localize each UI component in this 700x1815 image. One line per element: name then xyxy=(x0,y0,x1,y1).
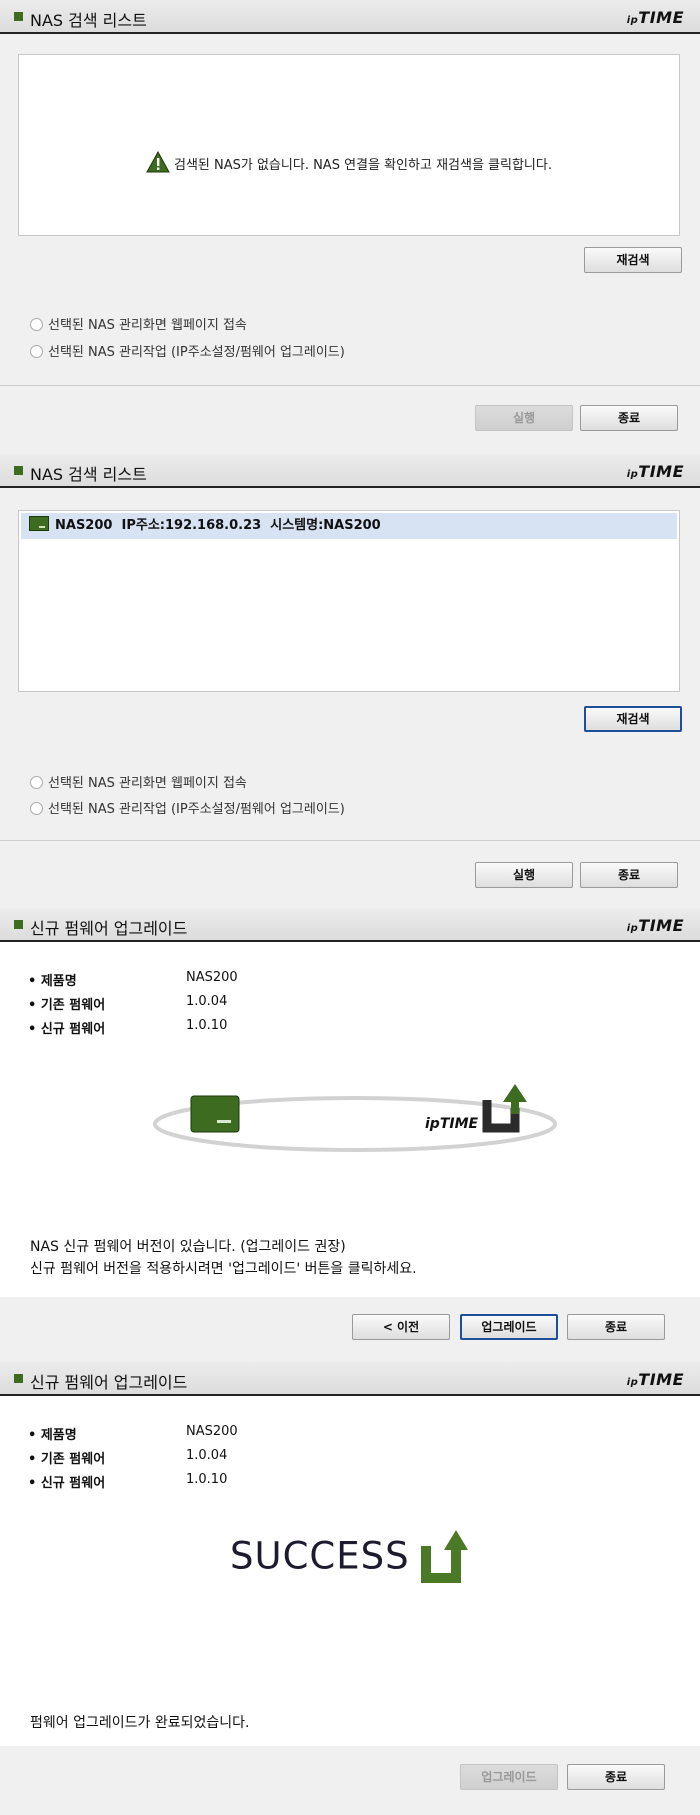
panel-title: 신규 펌웨어 업그레이드 xyxy=(30,1373,188,1392)
success-text: SUCCESS xyxy=(230,1534,410,1578)
option-web-access[interactable]: 선택된 NAS 관리화면 웹페이지 접속 xyxy=(30,314,247,333)
option-label: 선택된 NAS 관리작업 (IP주소설정/펌웨어 업그레이드) xyxy=(48,345,345,360)
empty-message: 검색된 NAS가 없습니다. NAS 연결을 확인하고 재검색을 클릭합니다. xyxy=(19,150,679,177)
divider xyxy=(0,385,700,386)
rescan-button[interactable]: 재검색 xyxy=(584,247,682,273)
nas-device-icon xyxy=(29,516,49,531)
panel-nas-search-empty: NAS 검색 리스트 ipTIME 검색된 NAS가 없습니다. NAS 연결을… xyxy=(0,0,700,452)
panel-header: NAS 검색 리스트 ipTIME xyxy=(0,0,700,34)
option-web-access[interactable]: 선택된 NAS 관리화면 웹페이지 접속 xyxy=(30,772,247,791)
content-area: • 제품명 NAS200 • 기존 펌웨어 1.0.04 • 신규 펌웨어 1.0.1… xyxy=(0,1396,700,1746)
upgrade-button[interactable]: 업그레이드 xyxy=(460,1764,558,1790)
radio-icon[interactable] xyxy=(30,802,43,815)
svg-text:ipTIME: ipTIME xyxy=(425,1116,479,1132)
panel-header: 신규 펌웨어 업그레이드 ipTIME xyxy=(0,908,700,942)
upgrade-message: NAS 신규 펌웨어 버전이 있습니다. (업그레이드 권장) 신규 펌웨어 버… xyxy=(30,1236,417,1280)
close-button[interactable]: 종료 xyxy=(580,405,678,431)
iptime-logo: ipTIME xyxy=(626,8,684,27)
panel-header: NAS 검색 리스트 ipTIME xyxy=(0,454,700,488)
nas-list-item[interactable]: NAS200 IP주소:192.168.0.23 시스템명:NAS200 xyxy=(21,513,677,539)
nas-device-icon xyxy=(190,1095,240,1133)
prev-button[interactable]: < 이전 xyxy=(352,1314,450,1340)
panel-nas-search-found: NAS 검색 리스트 ipTIME NAS200 IP주소:192.168.0.… xyxy=(0,454,700,908)
run-button[interactable]: 실행 xyxy=(475,862,573,888)
upgrade-arrow-icon xyxy=(420,1530,468,1583)
header-bullet-icon xyxy=(14,920,23,929)
radio-icon[interactable] xyxy=(30,318,43,331)
success-message: 펌웨어 업그레이드가 완료되었습니다. xyxy=(30,1715,250,1731)
rescan-button[interactable]: 재검색 xyxy=(584,706,682,732)
upgrade-message-line1: NAS 신규 펌웨어 버전이 있습니다. (업그레이드 권장) xyxy=(30,1239,346,1255)
nas-list[interactable]: 검색된 NAS가 없습니다. NAS 연결을 확인하고 재검색을 클릭합니다. xyxy=(18,54,680,236)
radio-icon[interactable] xyxy=(30,345,43,358)
success-graphic: SUCCESS xyxy=(230,1528,468,1588)
option-label: 선택된 NAS 관리작업 (IP주소설정/펌웨어 업그레이드) xyxy=(48,802,345,817)
header-bullet-icon xyxy=(14,1374,23,1383)
radio-icon[interactable] xyxy=(30,776,43,789)
panel-title: NAS 검색 리스트 xyxy=(30,11,147,30)
run-button[interactable]: 실행 xyxy=(475,405,573,431)
iptime-logo: ipTIME xyxy=(626,916,684,935)
close-button[interactable]: 종료 xyxy=(567,1764,665,1790)
iptime-logo: ipTIME xyxy=(626,462,684,481)
header-bullet-icon xyxy=(14,466,23,475)
iptime-logo: ipTIME xyxy=(626,1370,684,1389)
option-label: 선택된 NAS 관리화면 웹페이지 접속 xyxy=(48,318,247,333)
option-label: 선택된 NAS 관리화면 웹페이지 접속 xyxy=(48,776,247,791)
divider xyxy=(0,840,700,841)
upgrade-button[interactable]: 업그레이드 xyxy=(460,1314,558,1340)
content-area: • 제품명 NAS200 • 기존 펌웨어 1.0.04 • 신규 펌웨어 1.0.1… xyxy=(0,942,700,1297)
panel-firmware-upgrade: 신규 펌웨어 업그레이드 ipTIME • 제품명 NAS200 • 기존 펌웨어… xyxy=(0,908,700,1360)
nas-item-label: NAS200 IP주소:192.168.0.23 시스템명:NAS200 xyxy=(55,518,381,533)
panel-firmware-success: 신규 펌웨어 업그레이드 ipTIME • 제품명 NAS200 • 기존 펌웨어… xyxy=(0,1362,700,1815)
header-bullet-icon xyxy=(14,12,23,21)
close-button[interactable]: 종료 xyxy=(580,862,678,888)
upgrade-message-line2: 신규 펌웨어 버전을 적용하시려면 '업그레이드' 버튼을 클릭하세요. xyxy=(30,1261,417,1277)
nas-list[interactable]: NAS200 IP주소:192.168.0.23 시스템명:NAS200 xyxy=(18,510,680,692)
panel-title: 신규 펌웨어 업그레이드 xyxy=(30,919,188,938)
option-management[interactable]: 선택된 NAS 관리작업 (IP주소설정/펌웨어 업그레이드) xyxy=(30,341,345,360)
upgrade-illustration: ipTIME xyxy=(153,1084,557,1152)
panel-header: 신규 펌웨어 업그레이드 ipTIME xyxy=(0,1362,700,1396)
panel-title: NAS 검색 리스트 xyxy=(30,465,147,484)
close-button[interactable]: 종료 xyxy=(567,1314,665,1340)
empty-message-text: 검색된 NAS가 없습니다. NAS 연결을 확인하고 재검색을 클릭합니다. xyxy=(174,158,552,173)
warning-icon xyxy=(146,150,170,177)
option-management[interactable]: 선택된 NAS 관리작업 (IP주소설정/펌웨어 업그레이드) xyxy=(30,798,345,817)
iptime-upgrade-icon: ipTIME xyxy=(425,1084,527,1133)
